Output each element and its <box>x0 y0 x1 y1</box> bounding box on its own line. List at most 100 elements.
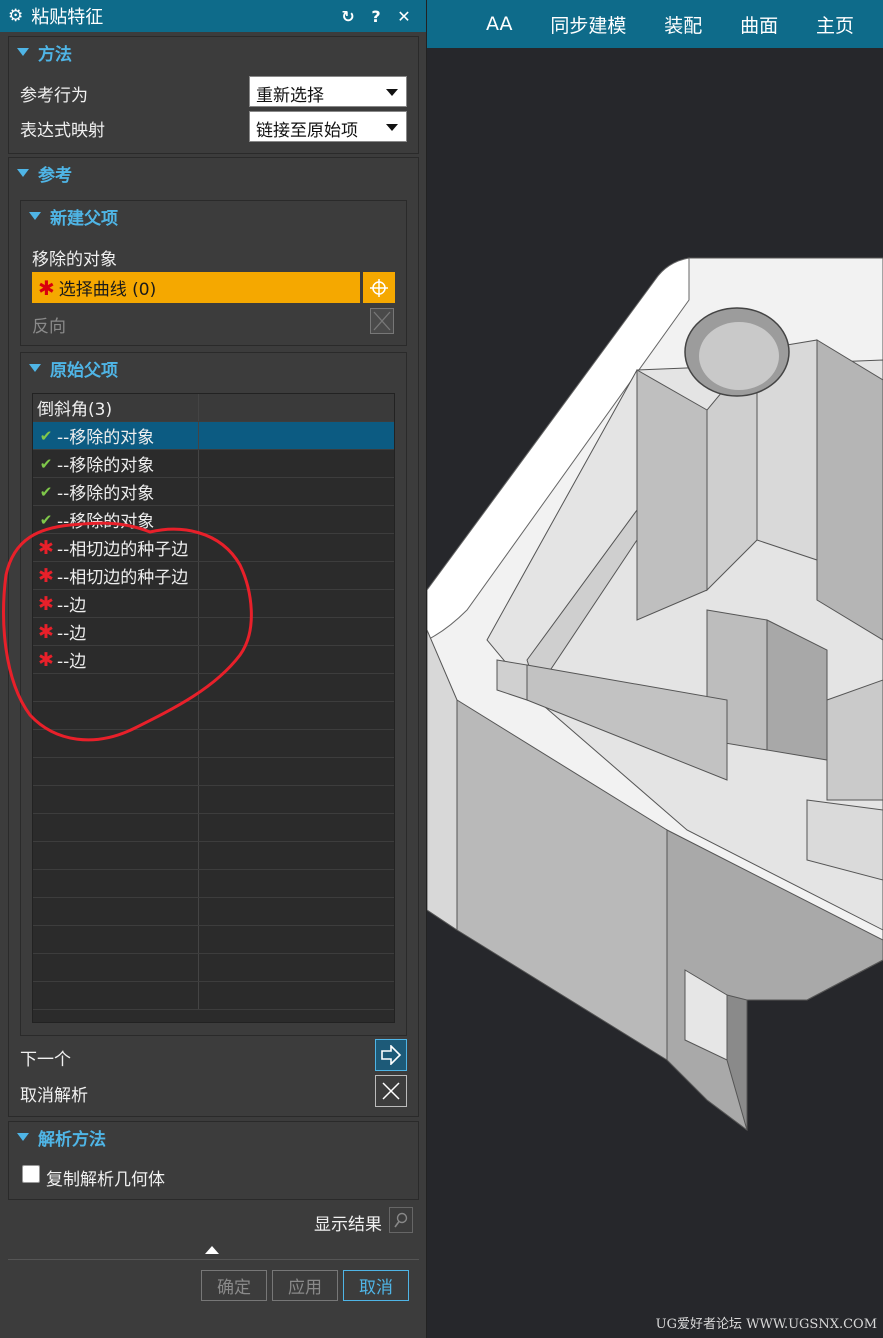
list-item[interactable] <box>33 982 394 1010</box>
unresolved-star-icon: ✱ <box>38 564 54 587</box>
list-item[interactable] <box>33 786 394 814</box>
chevron-down-icon <box>386 124 398 131</box>
list-item-label: --移除的对象 <box>57 512 155 532</box>
list-cell: ✱ --边 <box>33 646 199 673</box>
list-cell <box>33 730 199 757</box>
reset-icon[interactable]: ↻ <box>334 7 362 26</box>
list-item-label: 倒斜角(3) <box>37 400 113 420</box>
list-item[interactable] <box>33 758 394 786</box>
copy-geometry-label: 复制解析几何体 <box>46 1170 165 1190</box>
list-item[interactable]: ✱ --边 <box>33 618 394 646</box>
crosshair-select-icon[interactable] <box>363 272 395 303</box>
list-cell: ✱ --边 <box>33 618 199 645</box>
unresolved-star-icon: ✱ <box>38 620 54 643</box>
list-cell <box>33 842 199 869</box>
new-parent-header-label: 新建父项 <box>50 208 118 229</box>
list-cell: ✔ --移除的对象 <box>33 450 199 477</box>
dialog-title: 粘贴特征 <box>31 7 104 28</box>
list-item-label: --边 <box>57 624 87 644</box>
list-cell <box>33 758 199 785</box>
expand-more-icon[interactable] <box>205 1246 219 1254</box>
ref-behavior-dropdown[interactable]: 重新选择 <box>249 76 407 107</box>
ref-behavior-label: 参考行为 <box>20 86 88 106</box>
list-header-row[interactable]: 倒斜角(3) <box>33 394 394 422</box>
chevron-down-icon <box>386 89 398 96</box>
list-cell: ✱ --边 <box>33 590 199 617</box>
list-item-label: --边 <box>57 596 87 616</box>
close-button[interactable]: ✕ <box>390 7 418 26</box>
list-cell <box>33 982 199 1009</box>
watermark-text: UG爱好者论坛 WWW.UGSNX.COM <box>655 1317 877 1332</box>
show-result-label: 显示结果 <box>314 1215 382 1235</box>
resolve-method-header[interactable]: 解析方法 <box>9 1122 418 1152</box>
method-header-label: 方法 <box>38 44 72 65</box>
tab-aa[interactable]: AA <box>486 13 513 35</box>
resolved-check-icon: ✔ <box>39 454 53 473</box>
apply-button[interactable]: 应用 <box>272 1270 338 1301</box>
tab-assembly[interactable]: 装配 <box>664 11 702 38</box>
list-item[interactable] <box>33 674 394 702</box>
list-cell: ✱ --相切边的种子边 <box>33 534 199 561</box>
list-item-label: --移除的对象 <box>57 456 155 476</box>
unresolve-x-button[interactable] <box>375 1075 407 1107</box>
list-item[interactable] <box>33 842 394 870</box>
list-item[interactable] <box>33 898 394 926</box>
show-result-search-icon[interactable] <box>389 1207 413 1233</box>
tab-surface[interactable]: 曲面 <box>740 11 778 38</box>
list-item[interactable] <box>33 814 394 842</box>
list-item[interactable]: ✱ --边 <box>33 590 394 618</box>
original-parent-header[interactable]: 原始父项 <box>21 353 406 383</box>
list-item[interactable]: ✔ --移除的对象 <box>33 422 394 450</box>
ok-button[interactable]: 确定 <box>201 1270 267 1301</box>
list-cell <box>33 926 199 953</box>
reverse-direction-icon[interactable] <box>370 308 394 334</box>
tab-home[interactable]: 主页 <box>816 11 854 38</box>
model-view <box>427 257 883 1131</box>
list-cell <box>33 674 199 701</box>
collapse-triangle-icon <box>17 169 29 177</box>
dialog-titlebar: ⚙ 粘贴特征 ↻ ? ✕ <box>0 0 426 32</box>
new-parent-header[interactable]: 新建父项 <box>21 201 406 231</box>
paste-feature-dialog: ⚙ 粘贴特征 ↻ ? ✕ 方法 参考行为 重新选择 表达式映射 链接至原始项 参… <box>0 0 427 1338</box>
list-cell <box>33 702 199 729</box>
list-item-label: --相切边的种子边 <box>57 540 189 560</box>
reference-header[interactable]: 参考 <box>9 158 418 188</box>
select-curve-label: 选择曲线 (0) <box>58 280 157 300</box>
list-cell: ✱ --相切边的种子边 <box>33 562 199 589</box>
list-item-label: --移除的对象 <box>57 428 155 448</box>
method-header[interactable]: 方法 <box>9 37 418 67</box>
select-curve-field[interactable]: ✱ 选择曲线 (0) <box>32 272 360 303</box>
expr-map-dropdown[interactable]: 链接至原始项 <box>249 111 407 142</box>
list-item[interactable]: ✱ --边 <box>33 646 394 674</box>
copy-geometry-checkbox[interactable] <box>22 1165 40 1183</box>
graphics-viewport[interactable]: UG爱好者论坛 WWW.UGSNX.COM <box>427 0 883 1338</box>
original-parent-list[interactable]: 倒斜角(3) ✔ --移除的对象 ✔ --移除的对象 ✔ --移除的对象 ✔ --移除的对象 ✱ -… <box>32 393 395 1023</box>
reference-header-label: 参考 <box>38 165 72 186</box>
list-item[interactable]: ✔ --移除的对象 <box>33 478 394 506</box>
list-item[interactable] <box>33 954 394 982</box>
list-item[interactable]: ✱ --相切边的种子边 <box>33 534 394 562</box>
list-cell: 倒斜角(3) <box>33 394 199 421</box>
list-item[interactable]: ✔ --移除的对象 <box>33 450 394 478</box>
list-item[interactable] <box>33 926 394 954</box>
next-label: 下一个 <box>20 1050 71 1070</box>
list-item-label: --边 <box>57 652 87 672</box>
cancel-button[interactable]: 取消 <box>343 1270 409 1301</box>
next-arrow-button[interactable] <box>375 1039 407 1071</box>
tab-sync-modeling[interactable]: 同步建模 <box>550 11 626 38</box>
help-button[interactable]: ? <box>362 7 390 26</box>
original-parent-header-label: 原始父项 <box>50 360 118 381</box>
required-star-icon: ✱ <box>38 275 55 300</box>
list-cell <box>33 786 199 813</box>
list-item[interactable] <box>33 870 394 898</box>
resolved-check-icon: ✔ <box>39 510 53 529</box>
unresolved-star-icon: ✱ <box>38 592 54 615</box>
reverse-label: 反向 <box>32 317 66 337</box>
list-item[interactable] <box>33 730 394 758</box>
divider <box>8 1259 419 1260</box>
list-item[interactable]: ✱ --相切边的种子边 <box>33 562 394 590</box>
list-item[interactable] <box>33 702 394 730</box>
list-item[interactable]: ✔ --移除的对象 <box>33 506 394 534</box>
removed-object-label: 移除的对象 <box>32 250 117 270</box>
collapse-triangle-icon <box>17 1133 29 1141</box>
